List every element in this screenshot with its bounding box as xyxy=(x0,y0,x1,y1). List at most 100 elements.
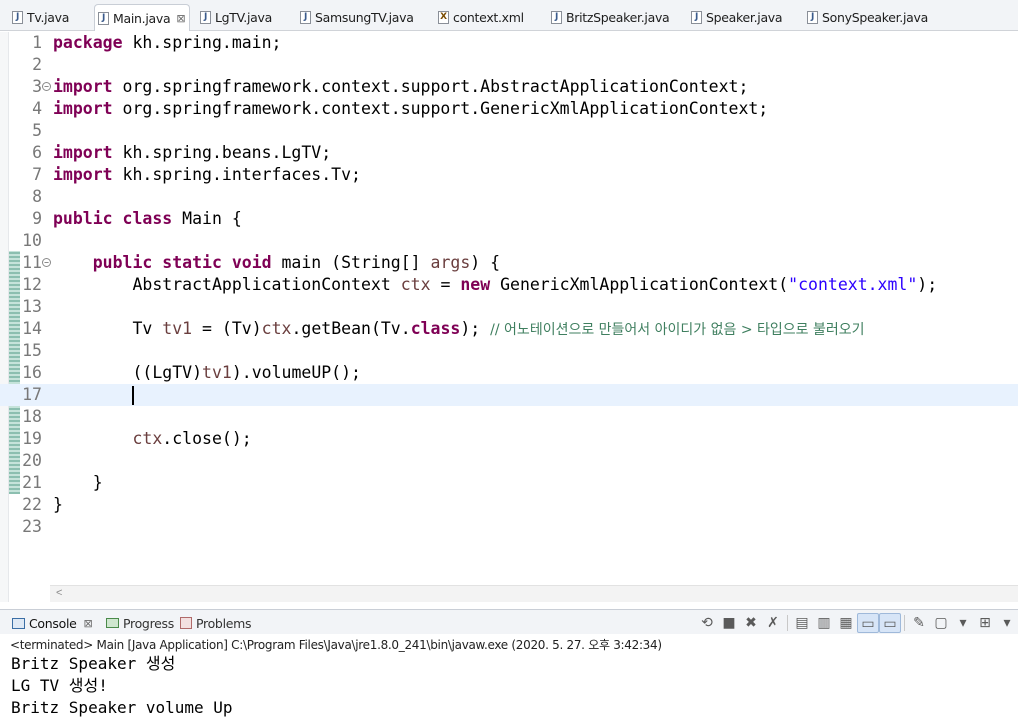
code-line[interactable]: 9 public class Main { xyxy=(0,208,1018,230)
code-line[interactable]: 20 xyxy=(0,450,1018,472)
tab-speaker-java[interactable]: J Speaker.java xyxy=(691,5,783,29)
code-line[interactable]: 16 ((LgTV)tv1).volumeUP(); xyxy=(0,362,1018,384)
code-line[interactable]: 22 } xyxy=(0,494,1018,516)
tab-britzspeaker-java[interactable]: J BritzSpeaker.java xyxy=(551,5,670,29)
console-icon xyxy=(12,617,25,629)
code-line[interactable]: 18 xyxy=(0,406,1018,428)
chevron-down-icon[interactable]: ▾ xyxy=(952,613,974,633)
close-icon[interactable]: ⊠ xyxy=(84,617,93,630)
line-number: 5 xyxy=(32,121,42,140)
tab-console[interactable]: Console ⊠ xyxy=(12,614,93,632)
variable: ctx xyxy=(132,429,163,448)
line-number: 6 xyxy=(32,143,42,162)
remove-launch-icon[interactable]: ✖ xyxy=(740,613,762,633)
code-line[interactable]: 7 import kh.spring.interfaces.Tv; xyxy=(0,164,1018,186)
pin-icon[interactable]: ⟲ xyxy=(696,613,718,633)
java-file-icon: J xyxy=(551,10,562,24)
tab-lgtv-java[interactable]: J LgTV.java xyxy=(200,5,272,29)
tab-label: SamsungTV.java xyxy=(315,9,414,25)
line-number: 20 xyxy=(22,451,42,470)
keyword: public static void xyxy=(92,253,272,272)
pin-console-icon[interactable]: ✎ xyxy=(908,613,930,633)
java-file-icon: J xyxy=(691,10,702,24)
variable: ctx xyxy=(400,275,431,294)
code-text: .close(); xyxy=(162,429,252,448)
line-number: 15 xyxy=(22,341,42,360)
code-editor[interactable]: 1 package kh.spring.main; 2 3 − import o… xyxy=(0,32,1018,602)
code-text: kh.spring.interfaces.Tv; xyxy=(112,165,361,184)
tab-problems[interactable]: Problems xyxy=(180,614,252,632)
tab-sonyspeaker-java[interactable]: J SonySpeaker.java xyxy=(807,5,928,29)
code-line[interactable]: 23 xyxy=(0,516,1018,538)
tab-label: Tv.java xyxy=(27,9,70,25)
code-line[interactable]: 2 xyxy=(0,54,1018,76)
toolbar-separator xyxy=(787,615,788,631)
code-line[interactable]: 19 ctx.close(); xyxy=(0,428,1018,450)
console-toolbar: ⟲ ■ ✖ ✗ ▤ ▥ ▦ ▭ ▭ ✎ ▢ ▾ ⊞ ▾ xyxy=(696,613,1018,633)
line-number: 18 xyxy=(22,407,42,426)
tab-label: Console xyxy=(29,615,77,631)
tab-tv-java[interactable]: J Tv.java xyxy=(12,5,69,29)
console-output[interactable]: <terminated> Main [Java Application] C:\… xyxy=(0,634,1018,725)
code-line[interactable]: 5 xyxy=(0,120,1018,142)
line-number: 13 xyxy=(22,297,42,316)
code-line[interactable]: 21 } xyxy=(0,472,1018,494)
java-file-icon: J xyxy=(200,10,211,24)
line-number: 14 xyxy=(22,319,42,338)
show-stderr-icon[interactable]: ▭ xyxy=(879,613,901,633)
tab-progress[interactable]: Progress xyxy=(106,614,174,632)
code-line[interactable]: 11 − public static void main (String[] a… xyxy=(0,252,1018,274)
code-text: kh.spring.main; xyxy=(122,33,282,52)
tab-main-java[interactable]: J Main.java ⊠ xyxy=(94,4,191,31)
code-line[interactable]: 4 import org.springframework.context.sup… xyxy=(0,98,1018,120)
code-text: Tv xyxy=(132,319,163,338)
code-text: } xyxy=(92,473,103,492)
code-line[interactable]: 14 Tv tv1 = (Tv)ctx.getBean(Tv.class); /… xyxy=(0,318,1018,340)
scroll-lock-icon[interactable]: ▥ xyxy=(813,613,835,633)
display-console-icon[interactable]: ▢ xyxy=(930,613,952,633)
line-number: 10 xyxy=(22,231,42,250)
code-text: kh.spring.beans.LgTV; xyxy=(112,143,332,162)
scroll-left-icon[interactable]: < xyxy=(56,587,62,599)
line-number: 2 xyxy=(32,55,42,74)
horizontal-scrollbar[interactable]: < xyxy=(50,585,1018,602)
current-line[interactable]: 17 xyxy=(0,384,1018,406)
tab-samsungtv-java[interactable]: J SamsungTV.java xyxy=(300,5,414,29)
line-number: 19 xyxy=(22,429,42,448)
code-text: org.springframework.context.support.Abst… xyxy=(112,77,749,96)
clear-console-icon[interactable]: ▤ xyxy=(791,613,813,633)
keyword: package xyxy=(53,33,123,52)
variable: ctx xyxy=(261,319,292,338)
word-wrap-icon[interactable]: ▦ xyxy=(835,613,857,633)
code-text: ) { xyxy=(470,253,501,272)
fold-toggle-icon[interactable]: − xyxy=(42,82,51,91)
remove-all-icon[interactable]: ✗ xyxy=(762,613,784,633)
code-line[interactable]: 10 xyxy=(0,230,1018,252)
code-line[interactable]: 8 xyxy=(0,186,1018,208)
code-line[interactable]: 15 xyxy=(0,340,1018,362)
code-comment: // 어노테이션으로 만들어서 아이디가 없음 > 타입으로 불러오기 xyxy=(490,322,865,338)
console-line: Britz Speaker volume Up xyxy=(11,698,233,717)
line-number: 11 xyxy=(22,253,42,272)
code-line[interactable]: 3 − import org.springframework.context.s… xyxy=(0,76,1018,98)
console-line: Britz Speaker 생성 xyxy=(11,654,176,673)
code-line[interactable]: 1 package kh.spring.main; xyxy=(0,32,1018,54)
java-file-icon: J xyxy=(98,11,109,25)
terminate-icon[interactable]: ■ xyxy=(718,613,740,633)
chevron-down-icon[interactable]: ▾ xyxy=(996,613,1018,633)
code-line[interactable]: 12 AbstractApplicationContext ctx = new … xyxy=(0,274,1018,296)
code-text: = xyxy=(430,275,461,294)
variable: args xyxy=(430,253,471,272)
close-icon[interactable]: ⊠ xyxy=(176,12,185,25)
open-console-icon[interactable]: ⊞ xyxy=(974,613,996,633)
code-line[interactable]: 13 xyxy=(0,296,1018,318)
code-text: ).volumeUP(); xyxy=(231,363,361,382)
tab-context-xml[interactable]: X context.xml xyxy=(438,5,524,29)
line-number: 21 xyxy=(22,473,42,492)
fold-toggle-icon[interactable]: − xyxy=(42,258,51,267)
code-line[interactable]: 6 import kh.spring.beans.LgTV; xyxy=(0,142,1018,164)
show-stdout-icon[interactable]: ▭ xyxy=(857,613,879,633)
tab-label: SonySpeaker.java xyxy=(822,9,928,25)
